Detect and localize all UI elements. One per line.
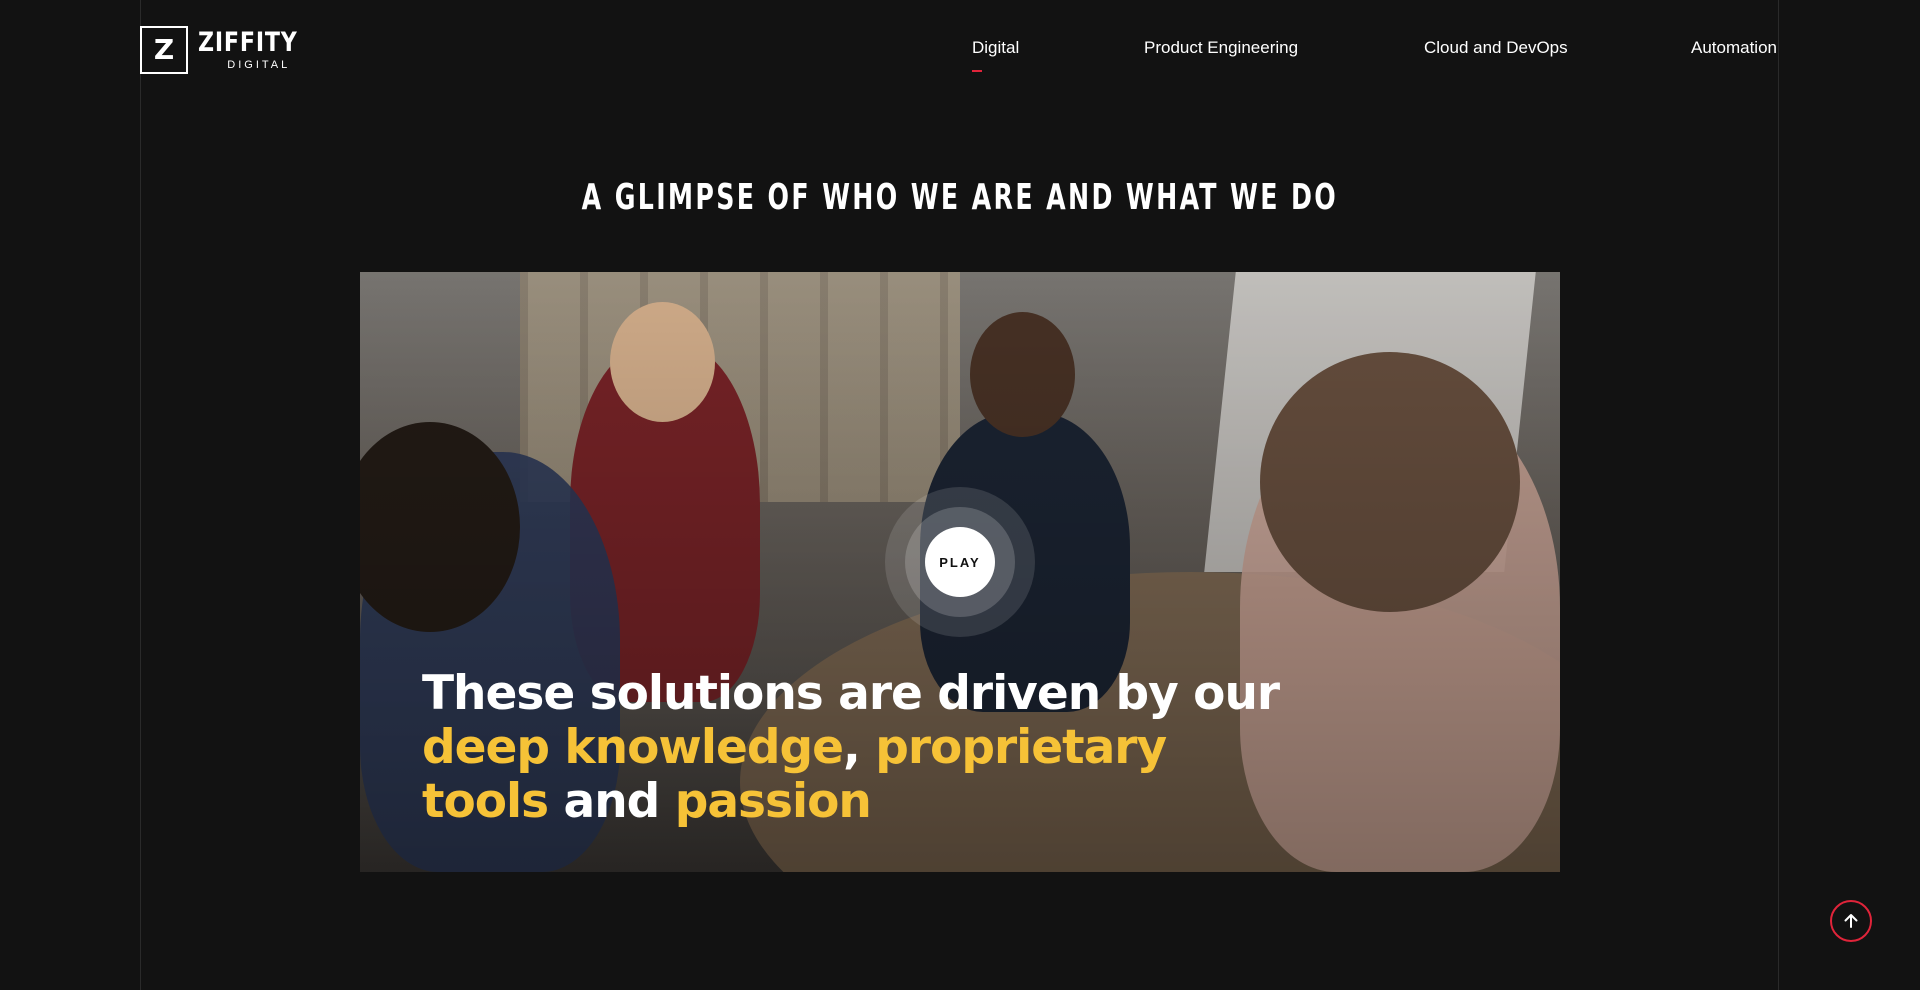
play-button[interactable]: PLAY: [925, 527, 995, 597]
caption-text: ,: [842, 720, 876, 775]
scroll-to-top-button[interactable]: [1830, 900, 1872, 942]
caption-text: and: [548, 774, 675, 829]
section-heading-text: A GLIMPSE OF WHO WE ARE AND WHAT WE DO: [581, 177, 1339, 218]
nav-item-digital[interactable]: Digital: [972, 38, 1020, 72]
caption-highlight: deep knowledge: [422, 720, 844, 775]
nav-item-label: Cloud and DevOps: [1424, 38, 1568, 57]
left-guide-line: [140, 0, 141, 990]
caption-line-3: tools and passion: [422, 775, 1279, 829]
caption-line-2: deep knowledge, proprietary: [422, 721, 1279, 775]
nav-item-cloud-devops[interactable]: Cloud and DevOps: [1424, 38, 1568, 58]
nav-item-label: Automation: [1691, 38, 1777, 57]
caption-highlight: passion: [674, 774, 872, 829]
nav-item-product-engineering[interactable]: Product Engineering: [1144, 38, 1298, 58]
video-caption: These solutions are driven by our deep k…: [422, 666, 1280, 829]
active-indicator: [972, 70, 982, 72]
caption-highlight: proprietary: [875, 720, 1167, 775]
caption-line-1: These solutions are driven by our: [422, 666, 1280, 721]
main-navigation: Digital Product Engineering Cloud and De…: [0, 38, 1920, 72]
nav-item-automation[interactable]: Automation: [1691, 38, 1777, 58]
right-guide-line: [1778, 0, 1779, 990]
section-heading: A GLIMPSE OF WHO WE ARE AND WHAT WE DO: [0, 177, 1920, 218]
caption-highlight: tools: [422, 774, 549, 829]
arrow-up-icon: [1844, 914, 1858, 928]
intro-video[interactable]: These solutions are driven by our deep k…: [360, 272, 1560, 872]
nav-item-label: Product Engineering: [1144, 38, 1299, 57]
nav-item-label: Digital: [972, 38, 1020, 57]
